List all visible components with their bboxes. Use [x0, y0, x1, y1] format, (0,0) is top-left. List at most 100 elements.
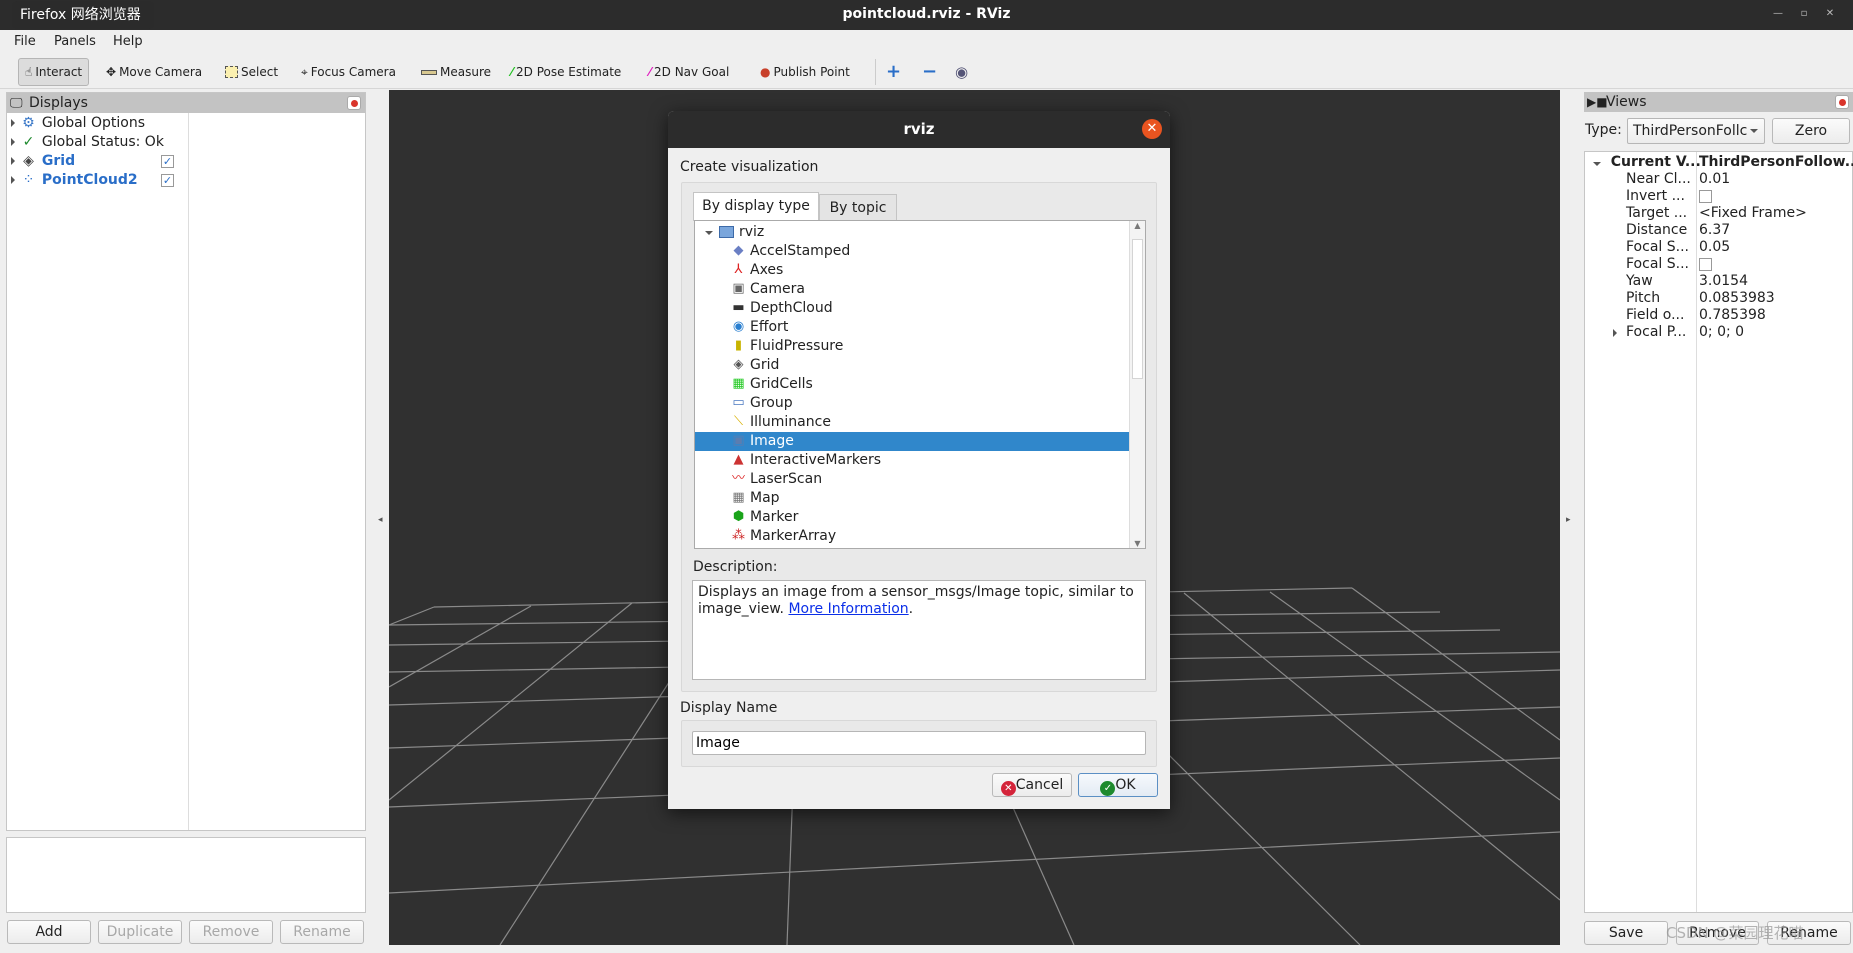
- view-prop-checkbox[interactable]: [1699, 258, 1712, 271]
- tool-select[interactable]: Select: [225, 58, 278, 86]
- view-prop-checkbox[interactable]: [1699, 190, 1712, 203]
- add-display-button[interactable]: Add: [7, 920, 91, 944]
- minimize-button[interactable]: —: [1770, 6, 1786, 22]
- views-properties-tree: Current V... ThirdPersonFollow... Near C…: [1584, 151, 1853, 913]
- view-prop-label[interactable]: Focal P...: [1613, 323, 1686, 342]
- dialog-titlebar: rviz ✕: [668, 111, 1170, 148]
- tree-item-effort[interactable]: ◉ Effort: [695, 318, 1129, 337]
- expand-icon: [11, 119, 15, 127]
- menu-help[interactable]: Help: [113, 30, 143, 53]
- green-arrow-icon: ⁄: [511, 65, 514, 79]
- tree-item-depthcloud[interactable]: ▬ DepthCloud: [695, 299, 1129, 318]
- interactivemarkers-icon: ▲: [733, 452, 744, 467]
- tree-item-fluidpressure[interactable]: ▮ FluidPressure: [695, 337, 1129, 356]
- collapse-right-handle[interactable]: ▸: [1566, 515, 1571, 525]
- tree-item-laserscan[interactable]: 〰 LaserScan: [695, 470, 1129, 489]
- eye-icon[interactable]: ◉: [955, 58, 968, 86]
- tree-item-group[interactable]: ▭ Group: [695, 394, 1129, 413]
- tree-root-rviz[interactable]: rviz: [695, 223, 1129, 242]
- tool-move-camera[interactable]: ✥ Move Camera: [106, 58, 202, 86]
- tool-2d-nav-goal[interactable]: ⁄ 2D Nav Goal: [649, 58, 729, 86]
- display-enabled-checkbox[interactable]: ✓: [161, 155, 174, 168]
- display-item-global-status-ok[interactable]: ✓ Global Status: Ok: [11, 133, 164, 152]
- ok-button[interactable]: ✓ OK: [1078, 773, 1158, 797]
- tab-by-topic[interactable]: By topic: [819, 194, 897, 221]
- type-label: Type:: [1585, 122, 1622, 138]
- tool-measure[interactable]: Measure: [421, 58, 491, 86]
- tree-item-interactivemarkers[interactable]: ▲ InteractiveMarkers: [695, 451, 1129, 470]
- menu-panels[interactable]: Panels: [54, 30, 96, 53]
- tree-item-image[interactable]: ▣ Image: [695, 432, 1129, 451]
- tree-item-axes[interactable]: ⅄ Axes: [695, 261, 1129, 280]
- tree-item-camera[interactable]: ▣ Camera: [695, 280, 1129, 299]
- view-prop-value[interactable]: 0; 0; 0: [1699, 323, 1744, 342]
- tab-by-display-type[interactable]: By display type: [693, 192, 819, 221]
- create-visualization-label: Create visualization: [680, 159, 819, 175]
- tree-item-illuminance[interactable]: ⟍ Illuminance: [695, 413, 1129, 432]
- more-information-link[interactable]: More Information: [788, 601, 908, 617]
- tree-item-accelstamped[interactable]: ◆ AccelStamped: [695, 242, 1129, 261]
- display-type-tree[interactable]: rviz ◆ AccelStamped ⅄ Axes ▣ Camera ▬ DepthClou…: [694, 220, 1146, 549]
- zero-button[interactable]: Zero: [1772, 118, 1850, 144]
- cancel-button[interactable]: ✕ Cancel: [992, 773, 1072, 797]
- column-divider: [1696, 152, 1697, 912]
- hand-icon: ☝: [25, 65, 33, 79]
- view-prop-value[interactable]: 0.05: [1699, 238, 1730, 257]
- markerarray-icon: ⁂: [732, 528, 745, 543]
- tool-interact[interactable]: ☝ Interact: [18, 58, 90, 86]
- dialog-close-button[interactable]: ✕: [1142, 119, 1162, 139]
- close-panel-button[interactable]: [347, 96, 361, 110]
- select-icon: [225, 66, 238, 78]
- column-divider: [188, 113, 189, 830]
- display-name-input[interactable]: [692, 731, 1146, 755]
- view-type-dropdown[interactable]: ThirdPersonFollc: [1627, 118, 1765, 144]
- watermark: CSDN @菜园理花喵: [1666, 924, 1804, 942]
- tool-2d-pose-estimate[interactable]: ⁄ 2D Pose Estimate: [511, 58, 621, 86]
- toolbar: ☝ Interact ✥ Move Camera Select ⌖ Focus Cam…: [0, 53, 1853, 89]
- tree-item-marker[interactable]: ⬢ Marker: [695, 508, 1129, 527]
- view-prop-value[interactable]: 0.01: [1699, 170, 1730, 189]
- tree-item-grid[interactable]: ◈ Grid: [695, 356, 1129, 375]
- grid-icon: ◈: [23, 153, 34, 169]
- add-tool-button[interactable]: +: [886, 58, 901, 86]
- check-icon: ✓: [22, 134, 35, 150]
- scroll-up-icon[interactable]: ▲: [1130, 221, 1145, 230]
- tree-item-gridcells[interactable]: ▦ GridCells: [695, 375, 1129, 394]
- tool-focus-camera[interactable]: ⌖ Focus Camera: [301, 58, 396, 86]
- grid-line: [389, 605, 532, 688]
- menu-file[interactable]: File: [14, 30, 36, 53]
- duplicate-display-button[interactable]: Duplicate: [98, 920, 182, 944]
- magenta-arrow-icon: ⁄: [649, 65, 652, 79]
- folder-icon: [719, 226, 734, 238]
- save-view-button[interactable]: Save: [1584, 921, 1668, 945]
- scroll-down-icon[interactable]: ▼: [1130, 539, 1145, 548]
- window-titlebar: pointcloud.rviz - RViz: [0, 0, 1853, 30]
- display-item-pointcloud2[interactable]: ⁘ PointCloud2: [11, 171, 138, 190]
- tree-item-markerarray[interactable]: ⁂ MarkerArray: [695, 527, 1129, 546]
- display-enabled-checkbox[interactable]: ✓: [161, 174, 174, 187]
- description-label: Description:: [693, 559, 778, 575]
- remove-tool-button[interactable]: −: [922, 58, 937, 86]
- rename-display-button[interactable]: Rename: [280, 920, 364, 944]
- accelstamped-icon: ◆: [733, 243, 744, 258]
- ok-check-icon: ✓: [1100, 781, 1116, 796]
- taskbar-tooltip: Firefox 网络浏览器: [12, 1, 154, 29]
- collapse-left-handle[interactable]: ◂: [378, 515, 383, 525]
- display-item-global-options[interactable]: ⚙ Global Options: [11, 114, 145, 133]
- tool-publish-point[interactable]: ● Publish Point: [760, 58, 850, 86]
- tree-item-map[interactable]: ▦ Map: [695, 489, 1129, 508]
- grid-line: [389, 606, 435, 626]
- display-item-grid[interactable]: ◈ Grid: [11, 152, 75, 171]
- scrollbar-thumb[interactable]: [1132, 239, 1143, 379]
- fluidpressure-icon: ▮: [734, 338, 743, 353]
- maximize-button[interactable]: ▫: [1796, 6, 1812, 22]
- grid-line: [389, 602, 633, 801]
- remove-display-button[interactable]: Remove: [189, 920, 273, 944]
- close-window-button[interactable]: ✕: [1822, 6, 1838, 22]
- displays-header: 🖵 Displays: [7, 93, 365, 113]
- expand-icon: [1593, 162, 1601, 166]
- views-header: ▶■ Views: [1584, 92, 1853, 112]
- tree-scrollbar[interactable]: ▲ ▼: [1129, 221, 1145, 548]
- move-camera-icon: ✥: [106, 65, 117, 79]
- close-views-button[interactable]: [1835, 95, 1849, 109]
